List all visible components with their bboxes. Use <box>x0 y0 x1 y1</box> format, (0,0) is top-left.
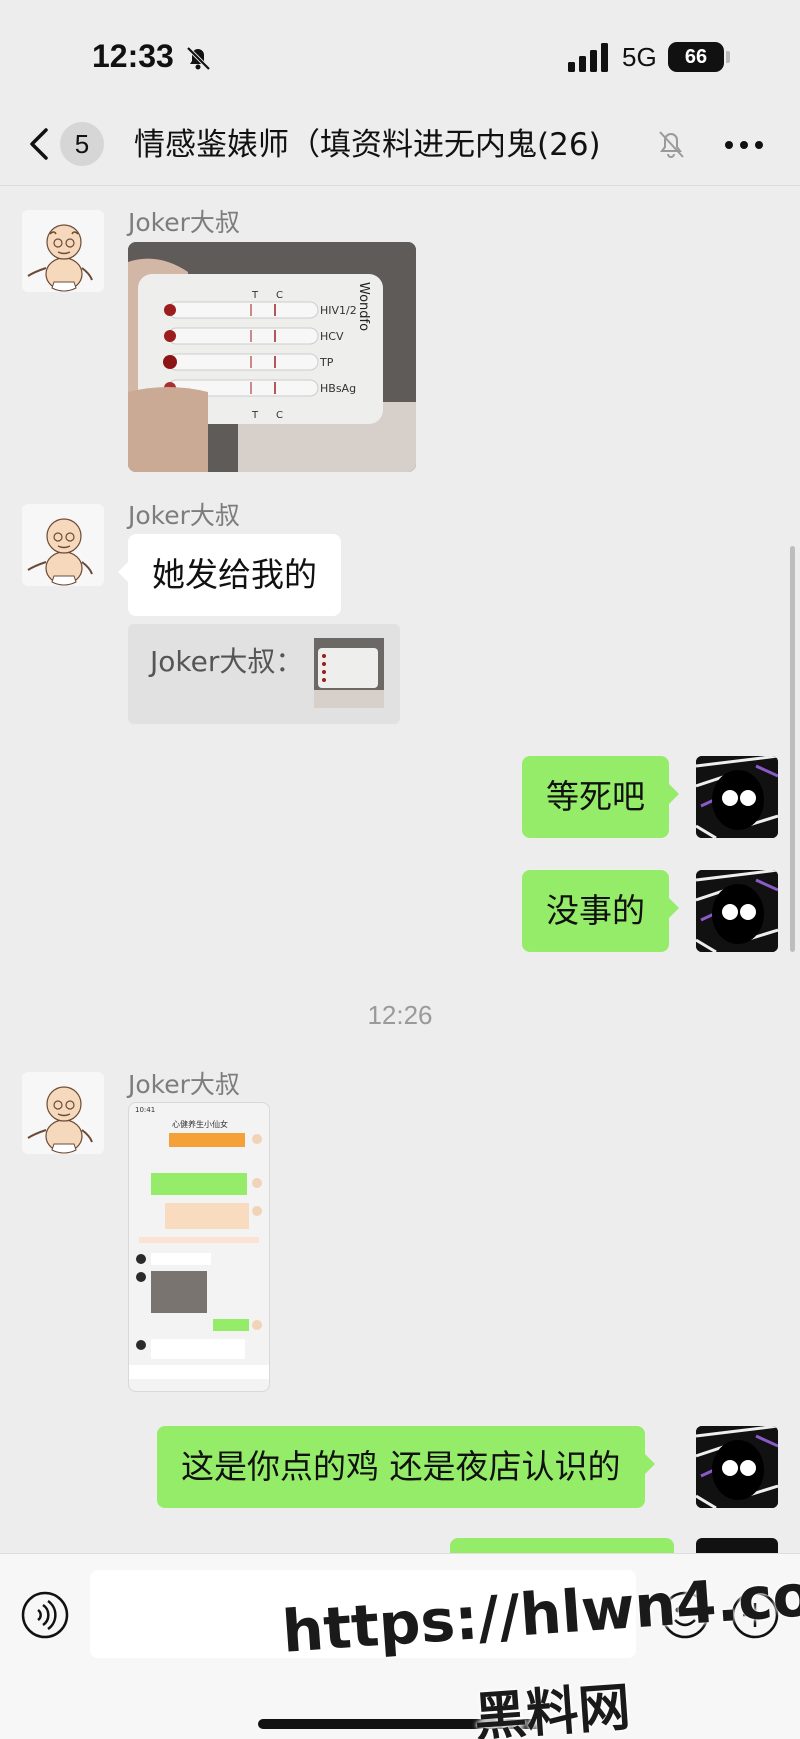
cartoon-man-icon <box>27 518 93 586</box>
sender-name: Joker大叔 <box>128 501 240 530</box>
svg-text:C: C <box>276 410 283 421</box>
svg-text:Wondfo: Wondfo <box>356 282 371 331</box>
battery-tip <box>726 51 730 63</box>
scrollbar[interactable] <box>790 546 795 952</box>
muted-bell-icon <box>659 131 684 158</box>
status-time: 12:33 <box>92 38 174 74</box>
avatar-joker[interactable] <box>22 210 104 292</box>
back-icon[interactable] <box>26 124 54 164</box>
quote-text: Joker大叔： <box>150 645 304 678</box>
svg-text:HBsAg: HBsAg <box>320 382 356 395</box>
sender-name: Joker大叔 <box>128 1070 240 1099</box>
black-figure-icon <box>696 756 778 838</box>
chat-title[interactable]: 情感鉴婊师（填资料进无内鬼(26) <box>134 122 654 168</box>
chat-screenshot-image[interactable]: 10:41 心健养生小仙女 <box>128 1102 270 1392</box>
network-type: 5G <box>622 42 657 72</box>
message-bubble-out[interactable]: 等死吧 <box>522 756 679 838</box>
avatar-joker[interactable] <box>22 1072 104 1154</box>
chat-timestamp: 12:26 <box>367 1000 433 1030</box>
test-kit-image: T C HIV1/2 HCV TP HBsAg T C Wondfo <box>128 242 416 472</box>
home-indicator[interactable] <box>258 1719 542 1729</box>
plus-icon[interactable] <box>730 1590 780 1640</box>
emoji-icon[interactable] <box>660 1590 710 1640</box>
svg-text:T: T <box>251 410 259 421</box>
message-bubble-out[interactable]: 这是你点的鸡 还是夜店认识的 <box>157 1426 654 1508</box>
cartoon-man-icon <box>27 224 93 292</box>
test-kit-photo[interactable]: T C HIV1/2 HCV TP HBsAg T C Wondfo <box>128 242 416 472</box>
message-bubble-out[interactable]: 没事的 <box>522 870 679 952</box>
quoted-message[interactable]: Joker大叔： <box>128 624 400 724</box>
svg-text:HCV: HCV <box>320 330 344 343</box>
avatar-joker[interactable] <box>22 504 104 586</box>
member-count: (26) <box>537 127 601 163</box>
chat-header: 5 情感鉴婊师（填资料进无内鬼(26) <box>0 110 800 186</box>
avatar-me[interactable] <box>696 756 778 838</box>
battery-indicator: 66 <box>668 42 724 72</box>
signal-icon <box>568 43 608 72</box>
avatar-me[interactable] <box>696 1426 778 1508</box>
status-bar: 12:33 5G 66 <box>0 0 800 110</box>
black-figure-icon <box>696 1426 778 1508</box>
input-bar <box>0 1553 800 1739</box>
sender-name: Joker大叔 <box>128 208 240 237</box>
svg-text:T: T <box>251 290 259 301</box>
message-input[interactable] <box>90 1570 636 1658</box>
black-figure-icon <box>696 870 778 952</box>
chat-title-text: 情感鉴婊师（填资料进无内鬼 <box>134 127 537 163</box>
cartoon-man-icon <box>27 1086 93 1154</box>
more-icon[interactable] <box>724 140 764 150</box>
svg-text:TP: TP <box>319 356 334 369</box>
mini-chat-graphic <box>129 1133 269 1379</box>
svg-text:C: C <box>276 290 283 301</box>
partial-message-bubble <box>450 1538 674 1554</box>
voice-icon[interactable] <box>20 1590 70 1640</box>
partial-avatar <box>696 1538 778 1554</box>
bell-off-icon <box>186 46 211 71</box>
message-bubble-in[interactable]: 她发给我的 <box>118 534 341 616</box>
unread-count-badge[interactable]: 5 <box>60 122 104 166</box>
quoted-image-thumbnail <box>314 638 384 708</box>
avatar-me[interactable] <box>696 870 778 952</box>
svg-text:HIV1/2: HIV1/2 <box>320 304 357 317</box>
